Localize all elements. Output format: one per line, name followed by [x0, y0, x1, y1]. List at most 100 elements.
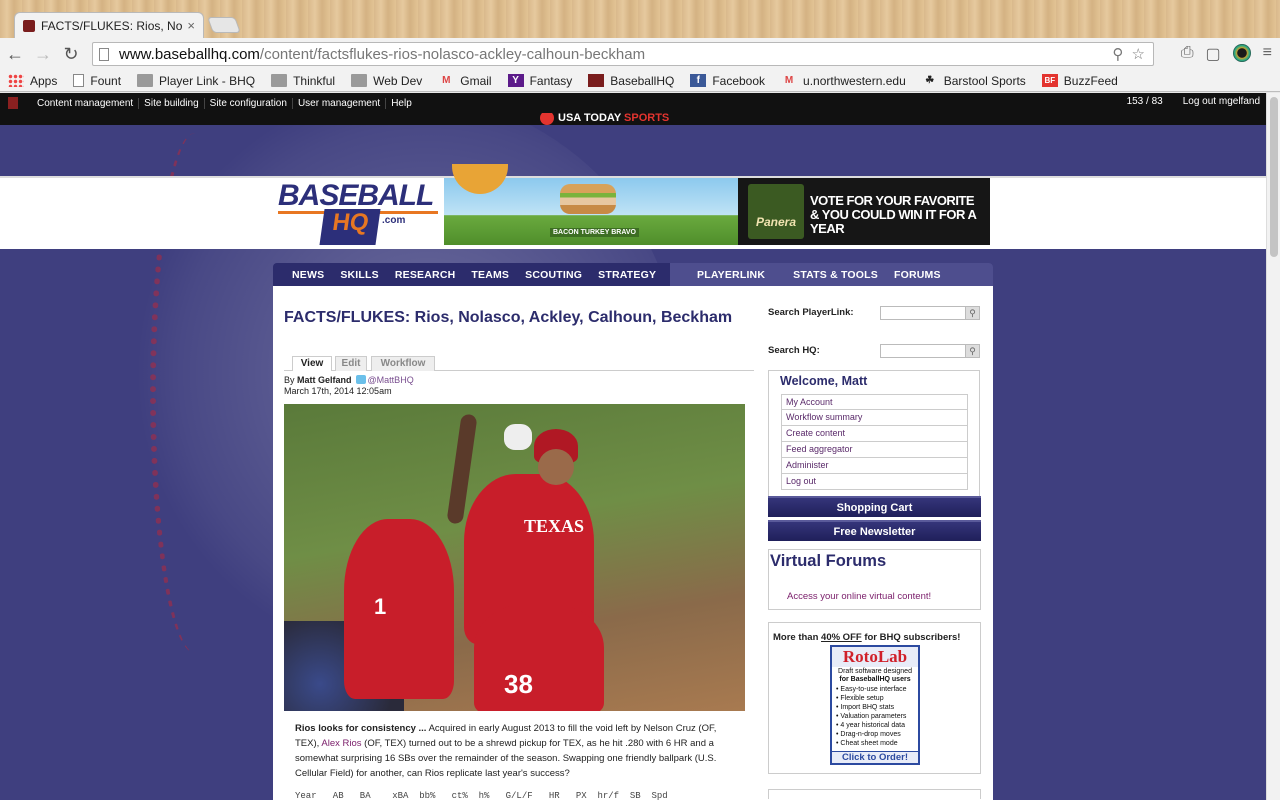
buzzfeed-icon: BF	[1041, 74, 1058, 87]
tab-edit[interactable]: Edit	[335, 356, 367, 371]
search-playerlink-input[interactable]: ⚲	[880, 306, 980, 320]
rotolab-subtitle: Draft software designed for BaseballHQ u…	[832, 667, 918, 685]
reload-button[interactable]: ↻	[58, 41, 84, 67]
baseballhq-icon	[588, 74, 605, 87]
nav-skills[interactable]: SKILLS	[340, 269, 379, 281]
bookmark-buzzfeed[interactable]: BF BuzzFeed	[1041, 73, 1118, 88]
promo-text: More than 40% OFF for BHQ subscribers!	[773, 632, 960, 643]
baseballhq-logo[interactable]: BASEBALL HQ .com	[278, 179, 442, 247]
main-nav: NEWS SKILLS RESEARCH TEAMS SCOUTING STRA…	[273, 263, 993, 286]
browser-tab[interactable]: FACTS/FLUKES: Rios, Nola ×	[14, 12, 204, 38]
lead-heading: Rios looks for consistency ...	[295, 723, 427, 734]
usa-today-sports-logo[interactable]: USA TODAY SPORTS	[540, 113, 669, 125]
author-name[interactable]: Matt Gelfand	[297, 375, 352, 385]
scrollbar-thumb[interactable]	[1270, 97, 1278, 257]
nav-teams[interactable]: TEAMS	[471, 269, 509, 281]
link-my-account[interactable]: My Account	[781, 394, 968, 410]
bookmark-thinkful[interactable]: Thinkful	[271, 74, 335, 88]
search-hq-input[interactable]: ⚲	[880, 344, 980, 358]
menu-icon[interactable]: ≡	[1263, 44, 1272, 64]
barstool-icon: ☘	[925, 75, 935, 86]
nav-playerlink[interactable]: PLAYERLINK	[697, 269, 765, 281]
article-photo: TEXAS 1 38	[284, 404, 745, 711]
bookmark-player-link[interactable]: Player Link - BHQ	[137, 74, 255, 88]
nav-scouting[interactable]: SCOUTING	[525, 269, 582, 281]
next-sidebar-box	[768, 789, 981, 799]
bookmark-baseballhq[interactable]: BaseballHQ	[588, 74, 674, 88]
bookmark-label: BuzzFeed	[1063, 73, 1118, 88]
admin-site-configuration[interactable]: Site configuration	[205, 97, 293, 109]
forward-button[interactable]: →	[30, 41, 56, 67]
bookmark-gmail[interactable]: M Gmail	[438, 74, 492, 88]
nav-research[interactable]: RESEARCH	[395, 269, 456, 281]
page-background: USA TODAY SPORTS BASEBALL HQ .com BACON …	[0, 113, 1266, 800]
bookmark-web-dev[interactable]: Web Dev	[351, 74, 422, 88]
page-scrollbar[interactable]	[1266, 93, 1280, 800]
extension-icon[interactable]	[1232, 44, 1251, 62]
publish-date: March 17th, 2014 12:05am	[284, 386, 392, 396]
admin-help[interactable]: Help	[386, 98, 417, 109]
link-administer[interactable]: Administer	[781, 458, 968, 474]
forums-access-link[interactable]: Access your online virtual content!	[787, 591, 931, 602]
admin-logout-link[interactable]: Log out mgelfand	[1183, 96, 1260, 107]
address-bar[interactable]: www.baseballhq.com/content/factsflukes-r…	[92, 42, 1154, 66]
bookmark-label: Apps	[30, 73, 58, 88]
admin-home-icon[interactable]	[8, 97, 18, 109]
welcome-box: Welcome, Matt My Account Workflow summar…	[768, 370, 980, 498]
url-path: /content/factsflukes-rios-nolasco-ackley…	[259, 45, 646, 63]
bookmark-fantasy[interactable]: Y Fantasy	[507, 74, 572, 88]
link-create-content[interactable]: Create content	[781, 426, 968, 442]
search-hq-label: Search HQ:	[768, 345, 820, 356]
player-link-alex-rios[interactable]: Alex Rios	[321, 738, 361, 749]
new-tab-button[interactable]	[207, 17, 241, 33]
admin-site-building[interactable]: Site building	[139, 97, 205, 109]
gmail-icon: M	[442, 75, 451, 86]
rotolab-title: RotoLab	[832, 647, 918, 667]
cast-icon[interactable]: ▢	[1206, 44, 1221, 64]
search-icon[interactable]: ⚲	[1112, 46, 1123, 63]
jersey-number-38: 38	[504, 669, 533, 699]
link-feed-aggregator[interactable]: Feed aggregator	[781, 442, 968, 458]
feature-item: • Import BHQ stats	[836, 704, 895, 711]
browser-toolbar: ← → ↻ www.baseballhq.com/content/factsfl…	[0, 38, 1280, 70]
tab-workflow[interactable]: Workflow	[371, 356, 435, 371]
bookmark-barstool[interactable]: ☘ Barstool Sports	[922, 74, 1026, 88]
player-andrus	[344, 519, 454, 699]
author-handle[interactable]: @MattBHQ	[368, 375, 414, 385]
print-icon[interactable]: ⎙	[1181, 44, 1194, 64]
back-button[interactable]: ←	[2, 41, 28, 67]
nav-forums[interactable]: FORUMS	[894, 269, 941, 281]
tab-title: FACTS/FLUKES: Rios, Nola	[41, 18, 184, 33]
admin-user-management[interactable]: User management	[293, 97, 387, 109]
nav-stats-tools[interactable]: STATS & TOOLS	[793, 269, 878, 281]
search-icon[interactable]: ⚲	[965, 307, 979, 319]
link-log-out[interactable]: Log out	[781, 474, 968, 490]
feature-item: • Cheat sheet mode	[836, 740, 898, 747]
rotolab-ad[interactable]: RotoLab Draft software designed for Base…	[830, 645, 920, 765]
shopping-cart-button[interactable]: Shopping Cart	[768, 496, 981, 517]
nav-strategy[interactable]: STRATEGY	[598, 269, 656, 281]
ad-caption: BACON TURKEY BRAVO	[550, 228, 639, 237]
rotolab-order-link[interactable]: Click to Order!	[832, 751, 918, 763]
facebook-icon: f	[690, 74, 707, 87]
tab-view[interactable]: View	[292, 356, 332, 371]
welcome-title: Welcome, Matt	[780, 374, 868, 388]
bookmark-apps[interactable]: Apps	[8, 74, 57, 88]
apps-icon	[8, 74, 24, 87]
panera-advertisement[interactable]: BACON TURKEY BRAVO Panera VOTE FOR YOUR …	[444, 164, 990, 245]
url-host: www.baseballhq.com	[119, 45, 260, 63]
nav-news[interactable]: NEWS	[292, 269, 324, 281]
close-tab-icon[interactable]: ×	[187, 18, 195, 33]
admin-content-management[interactable]: Content management	[32, 97, 140, 109]
twitter-icon	[355, 375, 366, 384]
bookmark-facebook[interactable]: f Facebook	[690, 74, 765, 88]
bookmark-star-icon[interactable]: ☆	[1132, 46, 1145, 63]
bookmark-fount[interactable]: Fount	[73, 74, 121, 88]
search-icon[interactable]: ⚲	[965, 345, 979, 357]
article-tabs: View Edit Workflow	[284, 356, 754, 371]
free-newsletter-button[interactable]: Free Newsletter	[768, 520, 981, 541]
link-workflow-summary[interactable]: Workflow summary	[781, 410, 968, 426]
batting-glove	[504, 424, 532, 450]
bookmark-northwestern[interactable]: Mu.northwestern.edu	[781, 74, 906, 88]
rotolab-promo[interactable]: More than 40% OFF for BHQ subscribers! R…	[768, 622, 981, 774]
